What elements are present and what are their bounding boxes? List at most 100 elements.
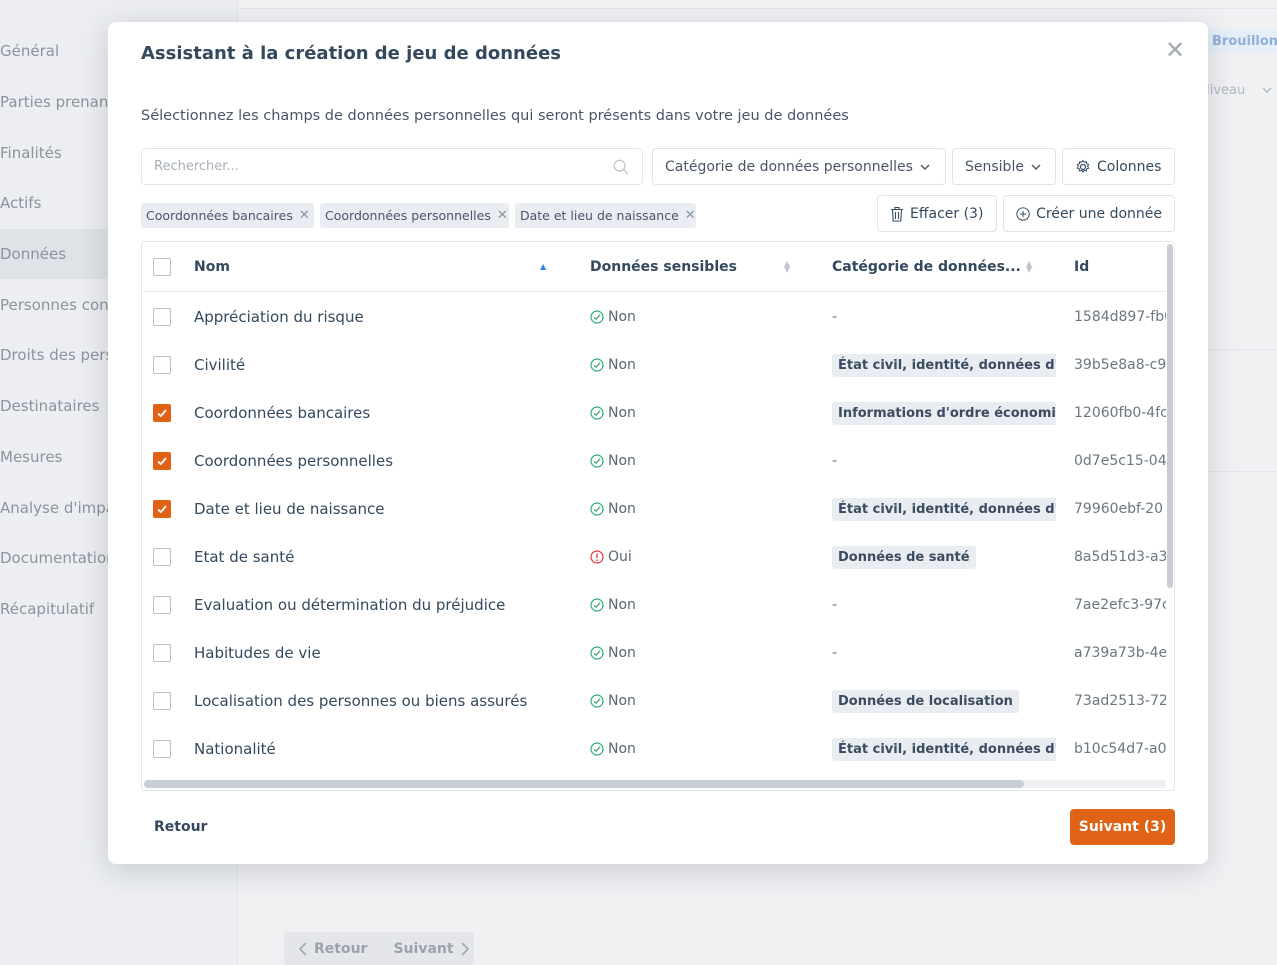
- column-header-sensitive[interactable]: Données sensibles ▲ ▼: [590, 242, 795, 292]
- cell-sensitive: Non: [590, 341, 810, 389]
- close-icon[interactable]: ✕: [497, 208, 508, 223]
- sort-icon[interactable]: ▲ ▼: [784, 260, 790, 274]
- row-checkbox[interactable]: [153, 308, 171, 326]
- category-empty: -: [832, 645, 838, 661]
- columns-button[interactable]: Colonnes: [1062, 148, 1175, 185]
- cell-name: Coordonnées bancaires: [194, 404, 371, 422]
- table-row[interactable]: Date et lieu de naissance Non État civil, …: [142, 485, 1166, 533]
- category-empty: -: [832, 309, 838, 325]
- cell-category: État civil, identité, données d'identifi…: [832, 485, 1056, 533]
- check-circle-icon: [590, 310, 604, 324]
- close-icon[interactable]: ✕: [299, 208, 310, 223]
- chevron-right-icon: [461, 941, 469, 956]
- cell-id: 1584d897-fb0: [1074, 309, 1166, 325]
- table-row[interactable]: Civilité Non État civil, identité, données…: [142, 341, 1166, 389]
- row-checkbox[interactable]: [153, 500, 171, 518]
- row-checkbox-cell: [153, 581, 171, 629]
- filter-tag: Coordonnées bancaires ✕: [141, 203, 314, 228]
- cell-category: Informations d'ordre économique et finan…: [832, 389, 1056, 437]
- back-button[interactable]: Retour: [154, 819, 207, 835]
- table-row[interactable]: Etat de santé Oui Données de santé 8a5d51d3…: [142, 533, 1166, 581]
- trash-icon: [891, 206, 903, 222]
- column-header-name[interactable]: Nom ▲: [194, 242, 554, 292]
- next-button[interactable]: Suivant (3): [1070, 809, 1175, 845]
- cell-category: Données de localisation: [832, 677, 1056, 725]
- horizontal-scrollbar[interactable]: [144, 780, 1024, 788]
- select-all-checkbox[interactable]: [153, 258, 171, 276]
- chevron-down-icon: [920, 164, 930, 170]
- category-pill: État civil, identité, données d'identifi…: [832, 737, 1056, 761]
- table-row[interactable]: Coordonnées bancaires Non Informations d'o…: [142, 389, 1166, 437]
- category-pill: État civil, identité, données d'identifi…: [832, 353, 1056, 377]
- column-header-id-label: Id: [1074, 259, 1090, 275]
- row-checkbox[interactable]: [153, 644, 171, 662]
- table-row[interactable]: Nationalité Non État civil, identité, donn…: [142, 725, 1166, 773]
- close-icon[interactable]: ✕: [685, 208, 696, 223]
- check-circle-icon: [590, 598, 604, 612]
- filter-tag: Date et lieu de naissance ✕: [515, 203, 696, 228]
- sort-asc-icon[interactable]: ▲: [540, 263, 546, 271]
- row-checkbox[interactable]: [153, 548, 171, 566]
- create-data-button[interactable]: Créer une donnée: [1003, 195, 1175, 232]
- category-pill: État civil, identité, données d'identifi…: [832, 497, 1056, 521]
- sensitive-value: Non: [608, 309, 636, 325]
- cell-id: 73ad2513-720: [1074, 693, 1166, 709]
- sensitive-value: Non: [608, 405, 636, 421]
- cell-category: Données de santé: [832, 533, 1056, 581]
- cell-sensitive: Non: [590, 677, 810, 725]
- search-field[interactable]: [141, 148, 643, 185]
- row-checkbox-cell: [153, 629, 171, 677]
- column-header-id[interactable]: Id: [1074, 242, 1154, 292]
- row-checkbox[interactable]: [153, 404, 171, 422]
- pager-back-button[interactable]: Retour: [298, 941, 367, 957]
- row-checkbox[interactable]: [153, 356, 171, 374]
- cell-category: -: [832, 437, 1056, 485]
- modal-subtitle: Sélectionnez les champs de données perso…: [141, 108, 849, 124]
- row-checkbox-cell: [153, 293, 171, 341]
- row-checkbox[interactable]: [153, 740, 171, 758]
- cell-name: Appréciation du risque: [194, 308, 364, 326]
- table-row[interactable]: Coordonnées personnelles Non - 0d7e5c15-04: [142, 437, 1166, 485]
- cell-name: Coordonnées personnelles: [194, 452, 394, 470]
- column-header-category[interactable]: Catégorie de données... ▲ ▼: [832, 242, 1037, 292]
- row-checkbox-cell: [153, 341, 171, 389]
- chevron-down-icon: [1031, 164, 1041, 170]
- horizontal-scrollbar-track[interactable]: [144, 780, 1166, 788]
- cell-name: Civilité: [194, 356, 246, 374]
- sensitive-value: Non: [608, 357, 636, 373]
- category-filter-dropdown[interactable]: Catégorie de données personnelles: [652, 148, 946, 185]
- table-row[interactable]: Habitudes de vie Non - a739a73b-4e: [142, 629, 1166, 677]
- row-checkbox[interactable]: [153, 596, 171, 614]
- cell-name: Nationalité: [194, 740, 276, 758]
- close-icon[interactable]: ✕: [1164, 38, 1186, 62]
- sort-icon[interactable]: ▲ ▼: [1026, 260, 1032, 274]
- pager-next-label: Suivant: [393, 940, 454, 957]
- pager-next-button[interactable]: Suivant: [393, 941, 469, 957]
- search-input[interactable]: [154, 159, 612, 174]
- cell-name: Evaluation ou détermination du préjudice: [194, 596, 506, 614]
- row-checkbox[interactable]: [153, 692, 171, 710]
- table-row[interactable]: Appréciation du risque Non - 1584d897-fb0: [142, 293, 1166, 341]
- background-card: [1208, 471, 1277, 593]
- status-badge: Brouillon: [1206, 29, 1277, 53]
- gear-icon: [1076, 159, 1090, 173]
- table-row[interactable]: Evaluation ou détermination du préjudice…: [142, 581, 1166, 629]
- sensitive-filter-dropdown[interactable]: Sensible: [952, 148, 1056, 185]
- row-checkbox-cell: [153, 389, 171, 437]
- vertical-scrollbar[interactable]: [1167, 244, 1173, 588]
- table-row[interactable]: Localisation des personnes ou biens assu…: [142, 677, 1166, 725]
- check-circle-icon: [590, 454, 604, 468]
- cell-name: Etat de santé: [194, 548, 295, 566]
- cell-sensitive: Non: [590, 293, 810, 341]
- select-all-checkbox-cell: [153, 242, 171, 292]
- pager-back-label: Retour: [314, 940, 368, 957]
- cell-sensitive: Non: [590, 581, 810, 629]
- clear-filters-button[interactable]: Effacer (3): [877, 195, 997, 232]
- check-circle-icon: [590, 694, 604, 708]
- cell-sensitive: Oui: [590, 533, 810, 581]
- row-checkbox[interactable]: [153, 452, 171, 470]
- row-checkbox-cell: [153, 437, 171, 485]
- cell-id: 12060fb0-4fc: [1074, 405, 1166, 421]
- cell-name: Habitudes de vie: [194, 644, 321, 662]
- sensitive-value: Non: [608, 645, 636, 661]
